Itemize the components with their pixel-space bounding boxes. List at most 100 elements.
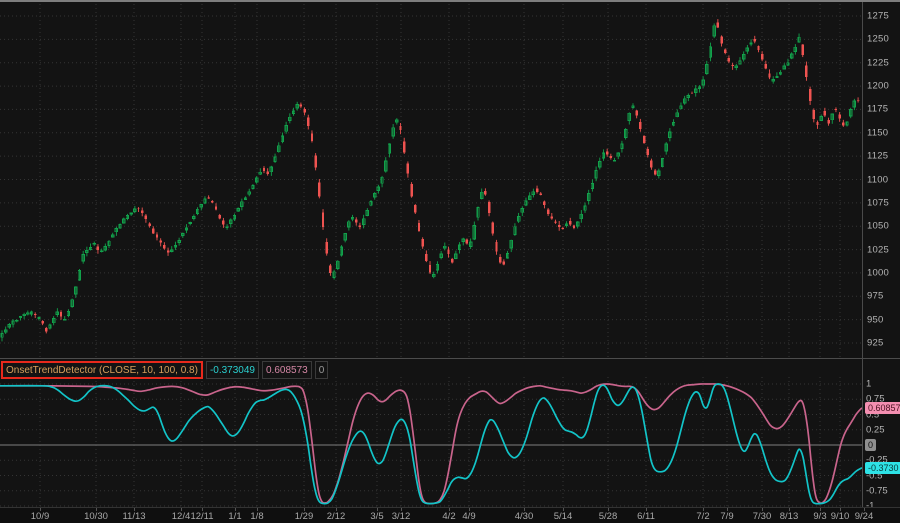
price-tick-label: 1275 bbox=[867, 10, 889, 22]
candle-body bbox=[152, 228, 155, 234]
candle-body bbox=[805, 65, 808, 78]
candle-body bbox=[535, 188, 539, 192]
candle-body bbox=[838, 114, 841, 119]
candle-body bbox=[465, 239, 469, 244]
candle-body bbox=[59, 311, 63, 317]
candle-body bbox=[99, 250, 104, 253]
candle-body bbox=[406, 163, 410, 174]
candle-body bbox=[155, 234, 159, 238]
indicator-svg bbox=[0, 377, 862, 507]
date-label: 8/13 bbox=[779, 511, 799, 522]
candle-body bbox=[609, 155, 613, 159]
candle-body bbox=[543, 201, 546, 206]
candle-body bbox=[764, 63, 768, 69]
candle-body bbox=[639, 121, 642, 129]
candle-body bbox=[605, 151, 609, 155]
date-label: 5/28 bbox=[598, 511, 618, 522]
date-label: 9/10 bbox=[830, 511, 850, 522]
date-label: 7/30 bbox=[752, 511, 772, 522]
candle-body bbox=[827, 120, 830, 124]
price-tick-label: 1150 bbox=[867, 127, 889, 139]
value-badge: 0 bbox=[865, 439, 877, 451]
candle-body bbox=[211, 201, 214, 203]
candle-body bbox=[561, 227, 565, 229]
price-tick-label: 1000 bbox=[867, 267, 889, 279]
candle-body bbox=[546, 209, 550, 215]
candle-body bbox=[214, 206, 218, 210]
date-label: 9/24 bbox=[854, 511, 874, 522]
date-label: 11/13 bbox=[122, 511, 146, 522]
price-tick-label: 1100 bbox=[867, 174, 889, 185]
candle-body bbox=[321, 212, 325, 228]
date-label: 10/30 bbox=[84, 511, 108, 522]
candle-body bbox=[137, 207, 140, 209]
study-value-chip: 0 bbox=[314, 361, 329, 379]
candlestick-svg bbox=[0, 4, 862, 358]
candle-body bbox=[141, 210, 144, 213]
candle-body bbox=[646, 148, 649, 155]
indicator-tick-label: 1 bbox=[866, 378, 872, 390]
candle-body bbox=[550, 216, 554, 219]
study-label-selected[interactable]: OnsetTrendDetector (CLOSE, 10, 100, 0.8) bbox=[1, 361, 203, 379]
date-label: 9/3 bbox=[813, 511, 827, 522]
date-label: 4/30 bbox=[514, 511, 534, 522]
date-label: 7/2 bbox=[696, 511, 710, 522]
candle-body bbox=[554, 221, 557, 223]
candle-body bbox=[428, 264, 432, 273]
indicator-axis[interactable]: 1 0.75 0.5 0.25 -0.25 -0.5 -0.75 -1 0.60857 0 -0.3… bbox=[863, 359, 900, 512]
date-label: 2/12 bbox=[326, 511, 346, 522]
candle-body bbox=[724, 49, 727, 53]
candle-body bbox=[856, 100, 860, 102]
candle-body bbox=[355, 219, 358, 223]
date-label: 12/11 bbox=[190, 511, 214, 522]
price-tick-label: 1175 bbox=[867, 103, 889, 115]
candle-body bbox=[690, 92, 694, 94]
candle-body bbox=[129, 212, 133, 215]
candle-body bbox=[307, 117, 310, 126]
candle-body bbox=[450, 258, 454, 263]
candle-body bbox=[262, 167, 266, 171]
candle-body bbox=[716, 22, 720, 28]
candle-body bbox=[325, 241, 328, 254]
study-value-chip: 0.608573 bbox=[262, 361, 312, 379]
candle-body bbox=[823, 111, 827, 116]
time-axis[interactable]: 10/9 10/30 11/13 12/4 12/11 1/1 1/8 1/29 2/12 3/5… bbox=[0, 508, 900, 523]
candle-body bbox=[447, 249, 450, 255]
candle-body bbox=[635, 110, 638, 116]
candle-body bbox=[417, 223, 421, 231]
candle-body bbox=[310, 133, 314, 142]
price-axis[interactable]: 1275 1250 1225 1200 1175 1150 1125 1100 1075 1050… bbox=[863, 4, 900, 358]
value-badge: -0.3730 bbox=[865, 461, 900, 474]
candle-body bbox=[15, 319, 19, 322]
candle-body bbox=[557, 224, 561, 228]
candlestick-chart[interactable] bbox=[0, 4, 862, 358]
candle-body bbox=[760, 53, 764, 60]
candle-body bbox=[225, 226, 229, 228]
indicator-tick-label: 0.25 bbox=[866, 424, 885, 436]
candle-body bbox=[753, 39, 756, 42]
candle-body bbox=[207, 197, 210, 199]
candle-body bbox=[425, 253, 428, 262]
price-tick-label: 1225 bbox=[867, 57, 889, 69]
price-tick-label: 925 bbox=[867, 337, 884, 349]
candle-body bbox=[502, 261, 506, 265]
candle-body bbox=[498, 256, 502, 263]
study-row: OnsetTrendDetector (CLOSE, 10, 100, 0.8)… bbox=[1, 361, 329, 379]
candle-body bbox=[358, 225, 362, 228]
candle-body bbox=[218, 214, 221, 219]
study-value-chip: -0.373049 bbox=[205, 361, 259, 379]
candle-body bbox=[414, 205, 417, 213]
candle-body bbox=[642, 136, 646, 144]
candle-body bbox=[37, 317, 41, 319]
candle-body bbox=[159, 240, 162, 243]
candle-body bbox=[491, 222, 494, 234]
date-label: 12/4 bbox=[171, 511, 191, 522]
date-label: 4/9 bbox=[462, 511, 476, 522]
candle-body bbox=[299, 104, 303, 107]
candle-body bbox=[329, 265, 332, 273]
candle-body bbox=[768, 73, 771, 78]
candle-body bbox=[41, 320, 44, 324]
candle-body bbox=[399, 125, 402, 131]
candle-body bbox=[757, 46, 760, 51]
indicator-pane[interactable] bbox=[0, 359, 862, 507]
